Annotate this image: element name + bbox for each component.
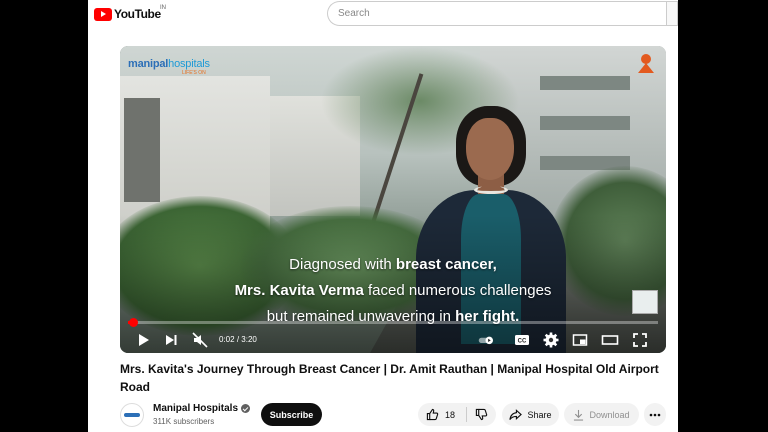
download-button[interactable]: Download <box>564 403 639 426</box>
country-code: IN <box>160 5 166 11</box>
share-button[interactable]: Share <box>502 403 559 426</box>
more-horizontal-icon <box>649 413 661 416</box>
theater-mode-icon[interactable] <box>601 331 619 349</box>
corner-logo-icon <box>638 54 654 73</box>
timecode: 0:02 / 3:20 <box>219 335 257 344</box>
dislike-button[interactable] <box>467 403 496 426</box>
channel-avatar[interactable] <box>120 403 144 427</box>
like-count: 18 <box>445 409 456 420</box>
mute-icon[interactable] <box>191 331 209 349</box>
settings-gear-icon[interactable] <box>542 331 560 349</box>
thumbs-down-icon <box>475 408 488 421</box>
youtube-play-icon <box>94 7 112 21</box>
current-time: 0:02 <box>219 335 235 344</box>
youtube-logo-text: YouTube <box>114 7 161 21</box>
share-label: Share <box>527 409 552 420</box>
video-brand-logo: manipalhospitals <box>128 58 210 70</box>
captions-icon[interactable]: CC <box>513 331 531 349</box>
svg-text:CC: CC <box>518 339 527 345</box>
search-button[interactable] <box>666 1 678 26</box>
search-placeholder: Search <box>338 8 370 19</box>
miniplayer-icon[interactable] <box>571 331 589 349</box>
brand-tagline: LIFE'S ON <box>182 70 206 76</box>
channel-name-row[interactable]: Manipal Hospitals <box>153 403 251 414</box>
total-time: 3:20 <box>241 335 257 344</box>
subscriber-count: 311K subscribers <box>153 417 215 426</box>
next-icon[interactable] <box>162 331 180 349</box>
video-title: Mrs. Kavita's Journey Through Breast Can… <box>120 362 659 394</box>
download-label: Download <box>589 409 630 420</box>
play-icon[interactable] <box>134 331 152 349</box>
like-dislike-group: 18 <box>418 403 496 426</box>
player-controls: 0:02 / 3:20 CC <box>120 327 666 353</box>
channel-name[interactable]: Manipal Hospitals <box>153 403 238 414</box>
caption-text-bold: breast cancer, <box>395 256 497 273</box>
caption-text: Diagnosed with <box>289 256 396 273</box>
autoplay-toggle-icon[interactable] <box>478 331 502 349</box>
download-icon <box>574 409 584 421</box>
verified-badge-icon <box>241 404 251 413</box>
fullscreen-icon[interactable] <box>631 331 649 349</box>
progress-bar[interactable] <box>128 318 658 327</box>
youtube-logo[interactable]: YouTube IN <box>94 5 166 22</box>
caption-text-bold: Mrs. Kavita Verma <box>234 282 364 299</box>
share-icon <box>509 408 523 420</box>
more-actions-button[interactable] <box>644 403 666 426</box>
youtube-page: YouTube IN Search manipalhospitals LIFE'… <box>88 0 678 432</box>
video-caption: Diagnosed with breast cancer, Mrs. Kavit… <box>120 252 666 330</box>
brand-name: manipal <box>128 58 169 70</box>
caption-text: faced numerous challenges <box>363 282 552 299</box>
search-input[interactable]: Search <box>327 1 666 26</box>
thumbs-up-icon <box>426 408 439 421</box>
subscribe-button[interactable]: Subscribe <box>261 403 322 426</box>
brand-suffix: hospitals <box>168 58 210 70</box>
like-button[interactable]: 18 <box>418 403 466 426</box>
video-player[interactable]: manipalhospitals LIFE'S ON Diagnosed wit… <box>120 46 666 353</box>
